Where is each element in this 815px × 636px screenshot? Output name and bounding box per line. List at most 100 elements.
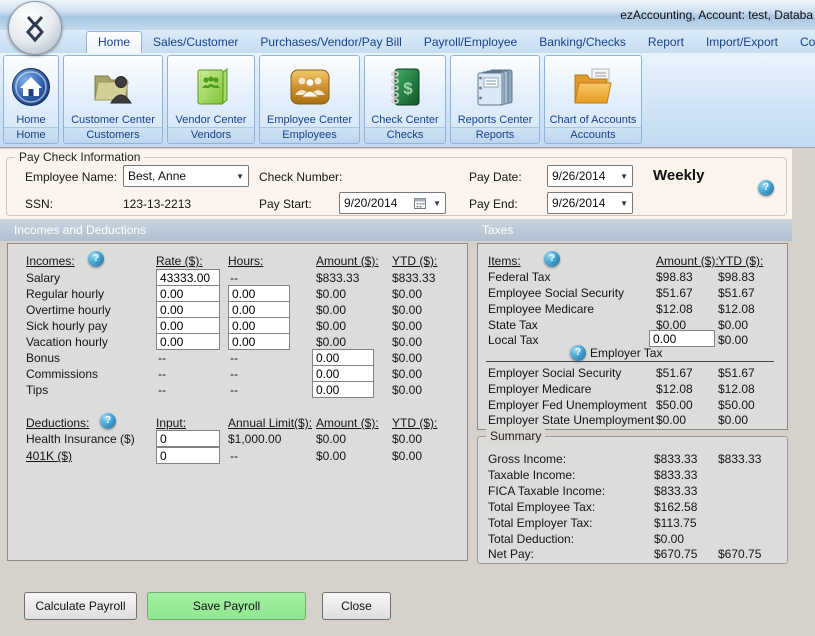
toolbar-check-center-button[interactable]: $ Check Center Checks: [364, 55, 446, 144]
tax-row-ytd: $51.67: [718, 286, 755, 300]
employee-name-combobox[interactable]: Best, Anne ▼: [123, 165, 249, 187]
vendor-center-icon: [192, 56, 230, 114]
tab-report[interactable]: Report: [637, 32, 695, 53]
income-row-hours: --: [230, 271, 238, 285]
income-row-amount: $0.00: [316, 319, 346, 333]
summary-row-ytd: $833.33: [718, 452, 761, 466]
pay-end-combobox[interactable]: 9/26/2014 ▼: [547, 192, 633, 214]
chevron-down-icon: ▼: [616, 199, 628, 208]
income-row-ytd: $0.00: [392, 287, 422, 301]
401k-link[interactable]: 401K ($): [26, 449, 72, 463]
sick-hourly-rate-input[interactable]: [156, 317, 220, 334]
toolbar-group-label: Checks: [365, 127, 445, 143]
home-icon: [11, 56, 51, 114]
taxes-help-icon[interactable]: ?: [544, 251, 560, 267]
pay-date-value: 9/26/2014: [552, 169, 605, 183]
toolbar-home-button[interactable]: Home Home: [3, 55, 59, 144]
ytd-column-header: YTD ($):: [392, 254, 437, 268]
tax-row-ytd: $98.83: [718, 270, 755, 284]
ytd-column-header: YTD ($):: [392, 416, 437, 430]
vacation-hourly-hours-input[interactable]: [228, 333, 290, 350]
tab-import-export[interactable]: Import/Export: [695, 32, 789, 53]
toolbar-label: Home: [16, 114, 45, 127]
check-number-label: Check Number:: [259, 170, 342, 184]
summary-row-label: Total Employee Tax:: [488, 500, 595, 514]
tab-company[interactable]: Company: [789, 32, 815, 53]
income-row-ytd: $0.00: [392, 367, 422, 381]
tax-row-label: State Tax: [488, 318, 538, 332]
vacation-hourly-rate-input[interactable]: [156, 333, 220, 350]
title-bar: ezAccounting, Account: test, Databa: [0, 0, 815, 31]
summary-row-ytd: $670.75: [718, 547, 761, 561]
toolbar-customer-center-button[interactable]: Customer Center Customers: [63, 55, 163, 144]
pay-start-value: 9/20/2014: [344, 196, 397, 210]
ssn-value: 123-13-2213: [123, 197, 191, 211]
summary-row-amount: $833.33: [654, 452, 697, 466]
employee-name-label: Employee Name:: [25, 170, 117, 184]
app-logo-icon: [22, 14, 48, 42]
toolbar-label: Chart of Accounts: [550, 114, 637, 127]
overtime-hourly-rate-input[interactable]: [156, 301, 220, 318]
ytd-column-header: YTD ($):: [718, 254, 763, 268]
income-row-hours: --: [230, 351, 238, 365]
summary-row-label: FICA Taxable Income:: [488, 484, 605, 498]
bonus-amount-input[interactable]: [312, 349, 374, 366]
commissions-amount-input[interactable]: [312, 365, 374, 382]
summary-row-label: Total Deduction:: [488, 532, 574, 546]
pay-start-label: Pay Start:: [259, 197, 312, 211]
employer-tax-row-label: Employer Fed Unemployment: [488, 398, 647, 412]
sick-hourly-hours-input[interactable]: [228, 317, 290, 334]
app-menu-orb[interactable]: [8, 1, 62, 55]
chart-of-accounts-icon: [572, 56, 614, 114]
window-title: ezAccounting, Account: test, Databa: [620, 8, 813, 22]
employer-tax-help-icon[interactable]: ?: [570, 345, 586, 361]
toolbar-reports-center-button[interactable]: Reports Center Reports: [450, 55, 540, 144]
income-row-label: Salary: [26, 271, 60, 285]
overtime-hourly-hours-input[interactable]: [228, 301, 290, 318]
pay-date-combobox[interactable]: 9/26/2014 ▼: [547, 165, 633, 187]
reports-center-icon: [474, 56, 516, 114]
deduction-row-ytd: $0.00: [392, 449, 422, 463]
tab-purchases-vendor-pay-bill[interactable]: Purchases/Vendor/Pay Bill: [249, 32, 412, 53]
toolbar-label: Customer Center: [71, 114, 155, 127]
tax-row-ytd: $0.00: [718, 318, 748, 332]
tab-sales-customer[interactable]: Sales/Customer: [142, 32, 249, 53]
health-insurance-input[interactable]: [156, 430, 220, 447]
incomes-help-icon[interactable]: ?: [88, 251, 104, 267]
chevron-down-icon: ▼: [616, 172, 628, 181]
income-row-amount: $0.00: [316, 335, 346, 349]
401k-input[interactable]: [156, 447, 220, 464]
toolbar-chart-of-accounts-button[interactable]: Chart of Accounts Accounts: [544, 55, 642, 144]
deduction-row-amount: $0.00: [316, 449, 346, 463]
pay-start-datepicker[interactable]: 9/20/2014 ▼: [339, 192, 446, 214]
toolbar-label: Check Center: [371, 114, 438, 127]
income-row-label: Sick hourly pay: [26, 319, 107, 333]
tab-banking-checks[interactable]: Banking/Checks: [528, 32, 637, 53]
toolbar-employee-center-button[interactable]: Employee Center Employees: [259, 55, 360, 144]
calculate-payroll-button[interactable]: Calculate Payroll: [24, 592, 137, 620]
summary-row-label: Taxable Income:: [488, 468, 575, 482]
regular-hourly-rate-input[interactable]: [156, 285, 220, 302]
summary-groupbox: Summary Gross Income: $833.33 $833.33 Ta…: [477, 436, 788, 564]
tab-payroll-employee[interactable]: Payroll/Employee: [413, 32, 528, 53]
income-row-ytd: $833.33: [392, 271, 435, 285]
help-icon[interactable]: ?: [758, 180, 774, 196]
salary-rate-input[interactable]: [156, 269, 220, 286]
toolbar-group-label: Accounts: [545, 127, 641, 143]
tab-home[interactable]: Home: [86, 31, 142, 53]
regular-hourly-hours-input[interactable]: [228, 285, 290, 302]
amount-column-header: Amount ($):: [656, 254, 719, 268]
local-tax-input[interactable]: [649, 330, 715, 347]
deduction-row-ytd: $0.00: [392, 432, 422, 446]
close-button[interactable]: Close: [322, 592, 391, 620]
income-row-label: Commissions: [26, 367, 98, 381]
toolbar-vendor-center-button[interactable]: Vendor Center Vendors: [167, 55, 255, 144]
income-row-amount: $833.33: [316, 271, 359, 285]
deductions-help-icon[interactable]: ?: [100, 413, 116, 429]
save-payroll-button[interactable]: Save Payroll: [147, 592, 306, 620]
deduction-row-label: Health Insurance ($): [26, 432, 135, 446]
pay-date-label: Pay Date:: [469, 170, 522, 184]
tax-row-amount: $51.67: [656, 286, 693, 300]
annual-limit-column-header: Annual Limit($):: [228, 416, 312, 430]
tips-amount-input[interactable]: [312, 381, 374, 398]
